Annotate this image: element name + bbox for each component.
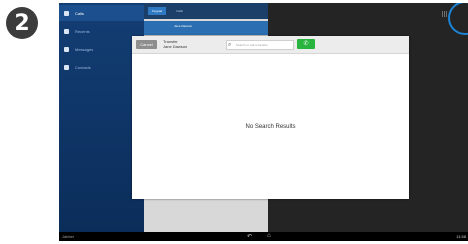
sidebar-item-label: Calls [75, 10, 84, 16]
tab-calls[interactable]: Calls [172, 7, 187, 15]
phone-icon [64, 10, 69, 16]
home-icon[interactable]: ⌂ [267, 233, 271, 239]
sidebar-item-calls[interactable]: Calls [59, 5, 144, 21]
cancel-button[interactable]: Cancel [136, 40, 157, 49]
sidebar-item-label: Messages [75, 46, 94, 52]
empty-state-message: No Search Results [245, 124, 296, 130]
phone-icon: ✆ [303, 41, 309, 47]
transfer-heading: Transfer Jane Dawson [163, 39, 187, 49]
tab-keypad[interactable]: Keypad [148, 7, 167, 15]
caller-name: Jane Dawson [174, 24, 193, 28]
status-app-name: Jabber [62, 234, 75, 239]
back-icon[interactable]: ↶ [247, 233, 252, 240]
person-icon [64, 64, 69, 70]
calls-tabbar: Keypad Calls [144, 3, 268, 19]
active-call-row[interactable]: Jane Dawson [144, 21, 268, 35]
call-button[interactable]: ✆ [297, 39, 315, 49]
dialog-subtitle: Jane Dawson [163, 44, 188, 49]
search-box[interactable]: ⌕ [226, 40, 294, 50]
message-icon [64, 46, 69, 52]
step-badge: 2 [6, 7, 38, 39]
dialog-header: Cancel Transfer Jane Dawson ⌕ ✆ [132, 36, 409, 54]
android-nav-bar: Jabber ↶ ⌂ 11:58 [59, 232, 468, 241]
status-time: 11:58 [456, 234, 466, 239]
sidebar-item-label: Contacts [75, 64, 91, 70]
highlight-ring [448, 3, 468, 35]
clock-icon [64, 28, 69, 34]
transfer-dialog: Cancel Transfer Jane Dawson ⌕ ✆ No Searc… [132, 36, 409, 199]
sidebar-item-label: Recents [75, 28, 90, 34]
tablet-screen: Calls Recents Messages Contacts Keypad C… [59, 3, 468, 241]
search-input[interactable] [233, 43, 293, 47]
